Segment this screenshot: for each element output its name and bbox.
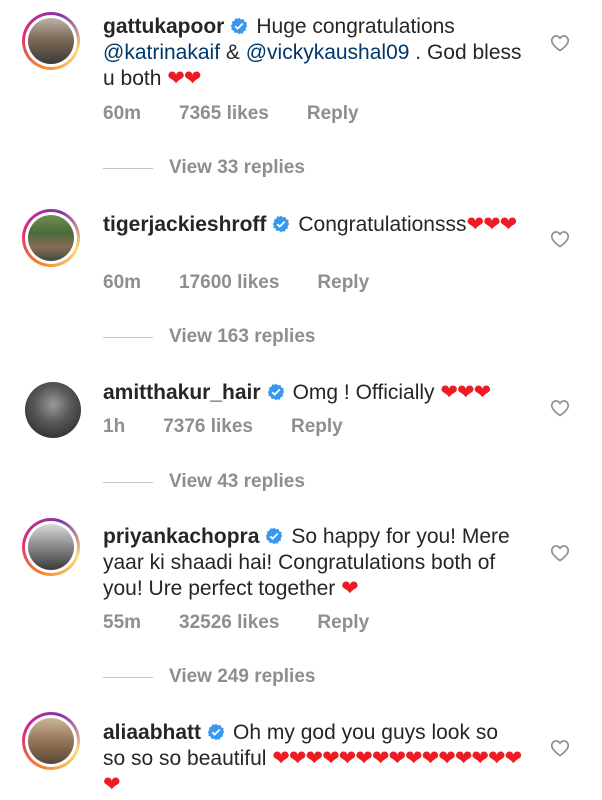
reply-button[interactable]: Reply: [317, 272, 369, 293]
comment-text: amitthakur_hair Omg ! Officially ❤❤❤: [103, 380, 523, 406]
verified-badge-icon: [231, 17, 248, 35]
comment-text: aliaabhatt Oh my god you guys look so so …: [103, 720, 523, 798]
comment-body: &: [220, 41, 246, 64]
reply-button[interactable]: Reply: [291, 416, 343, 437]
comment-likes[interactable]: 32526 likes: [179, 612, 279, 633]
divider: [103, 481, 153, 483]
comment-body: Congratulationsss: [298, 213, 467, 236]
comment-meta: 60m 17600 likes Reply: [103, 272, 407, 294]
comment-body: Omg ! Officially: [292, 381, 441, 404]
heart-outline-icon[interactable]: [550, 543, 570, 563]
heart-emoji: ❤: [341, 577, 359, 600]
comment-text: tigerjackieshroff Congratulationsss❤❤❤: [103, 212, 523, 238]
comment-username[interactable]: aliaabhatt: [103, 721, 201, 744]
verified-badge-icon: [207, 723, 225, 741]
view-replies-label: View 163 replies: [169, 326, 316, 347]
mention-link[interactable]: @katrinakaif: [103, 41, 220, 64]
comment-text: priyankachopra So happy for you! Mere yaa…: [103, 524, 523, 602]
comment-username[interactable]: amitthakur_hair: [103, 381, 261, 404]
view-replies-button[interactable]: View 43 replies: [103, 471, 305, 493]
verified-badge-icon: [266, 527, 283, 545]
heart-outline-icon[interactable]: [550, 229, 570, 249]
comment-body: Huge congratulations: [256, 15, 455, 38]
heart-outline-icon[interactable]: [550, 738, 570, 758]
divider: [103, 167, 153, 169]
avatar[interactable]: [22, 209, 80, 267]
reply-button[interactable]: Reply: [307, 103, 359, 124]
view-replies-button[interactable]: View 163 replies: [103, 326, 315, 348]
heart-outline-icon[interactable]: [550, 398, 570, 418]
comment-text: gattukapoor Huge congratulations @katrina…: [103, 14, 523, 92]
avatar[interactable]: [25, 382, 81, 438]
comment-likes[interactable]: 17600 likes: [179, 272, 279, 293]
divider: [103, 336, 153, 338]
view-replies-label: View 43 replies: [169, 471, 305, 492]
comment-username[interactable]: priyankachopra: [103, 525, 259, 548]
comment-likes[interactable]: 7365 likes: [179, 103, 269, 124]
comment-time: 60m: [103, 272, 142, 293]
comment-time: 60m: [103, 103, 142, 124]
avatar[interactable]: [22, 518, 80, 576]
verified-badge-icon: [267, 383, 284, 401]
heart-emoji: ❤❤: [167, 67, 201, 90]
avatar[interactable]: [22, 712, 80, 770]
view-replies-button[interactable]: View 33 replies: [103, 157, 305, 179]
comment-likes[interactable]: 7376 likes: [163, 416, 253, 437]
view-replies-label: View 33 replies: [169, 157, 305, 178]
view-replies-button[interactable]: View 249 replies: [103, 666, 315, 688]
heart-emoji: ❤❤❤: [466, 213, 517, 236]
avatar[interactable]: [22, 12, 80, 70]
comment-meta: 60m 7365 likes Reply: [103, 103, 397, 125]
mention-link[interactable]: @vickykaushal09: [246, 41, 410, 64]
comment-time: 1h: [103, 416, 126, 437]
heart-emoji: ❤❤❤: [440, 381, 491, 404]
view-replies-label: View 249 replies: [169, 666, 316, 687]
comment-username[interactable]: tigerjackieshroff: [103, 213, 266, 236]
comment-meta: 55m 32526 likes Reply: [103, 612, 407, 634]
comment-time: 55m: [103, 612, 142, 633]
heart-outline-icon[interactable]: [550, 33, 570, 53]
reply-button[interactable]: Reply: [317, 612, 369, 633]
verified-badge-icon: [273, 215, 290, 233]
divider: [103, 676, 153, 678]
comment-username[interactable]: gattukapoor: [103, 15, 224, 38]
comment-meta: 1h 7376 likes Reply: [103, 416, 381, 438]
